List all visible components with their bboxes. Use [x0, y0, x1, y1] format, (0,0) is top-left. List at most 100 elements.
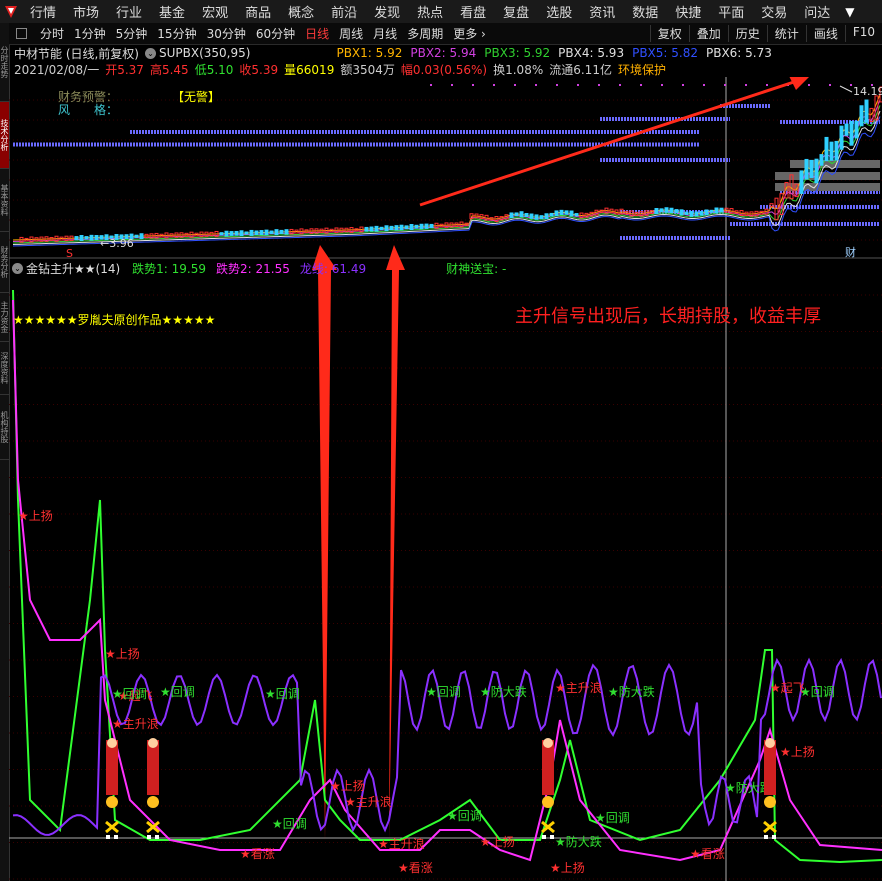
main-indicator-name[interactable]: SUPBX(350,95): [159, 46, 250, 60]
toolbar-button-0[interactable]: 复权: [649, 25, 689, 42]
signal-label-green-0: ★回调: [112, 687, 147, 701]
menu-more-icon[interactable]: ▼: [839, 5, 854, 19]
toolbar-button-3[interactable]: 统计: [766, 25, 806, 42]
volume-block-0: [775, 172, 880, 180]
period-tab-5[interactable]: 60分钟: [251, 25, 300, 42]
menu-item-2[interactable]: 行业: [108, 2, 151, 21]
period-tab-10[interactable]: 更多 ›: [448, 25, 491, 42]
left-tab-5[interactable]: 深度资料: [0, 342, 9, 395]
menu-item-14[interactable]: 数据: [624, 2, 667, 21]
menu-item-8[interactable]: 发现: [366, 2, 409, 21]
menu-item-11[interactable]: 复盘: [495, 2, 538, 21]
pbx-value-1: PBX1: 5.92: [336, 46, 403, 60]
period-tab-9[interactable]: 多周期: [402, 25, 448, 42]
menu-item-16[interactable]: 平面: [710, 2, 753, 21]
candle: [574, 213, 579, 217]
menu-item-9[interactable]: 热点: [409, 2, 452, 21]
candle: [679, 209, 684, 216]
fortune-marker-0: [106, 835, 110, 839]
candle: [819, 154, 824, 166]
menu-item-15[interactable]: 快捷: [667, 2, 710, 21]
candle: [814, 158, 819, 184]
stock-title: 中材节能 (日线,前复权): [14, 46, 139, 61]
quote-date: 2021/02/08/一: [14, 62, 100, 77]
quote-amount: 额3504万: [340, 62, 395, 77]
fortune-god-head-0: [107, 738, 117, 748]
left-tab-4[interactable]: 主力资金: [0, 293, 9, 342]
quote-sector-tag[interactable]: 环境保护: [618, 61, 666, 78]
menu-item-12[interactable]: 选股: [538, 2, 581, 21]
candle: [409, 224, 414, 230]
fortune-marker-1: [147, 835, 151, 839]
toolbar-button-5[interactable]: F10: [844, 25, 882, 42]
indicator-dropdown-icon[interactable]: ⌄: [145, 47, 156, 59]
signal-dot: [640, 84, 642, 86]
candle: [374, 225, 379, 232]
indicator-value-2: 龙线: 61.49: [299, 261, 367, 276]
left-tab-1[interactable]: 技术分析: [0, 102, 9, 169]
signal-dot: [619, 84, 621, 86]
panel-toggle-icon[interactable]: [16, 28, 27, 39]
candle: [519, 211, 524, 218]
candle: [254, 230, 259, 235]
period-tab-4[interactable]: 30分钟: [202, 25, 251, 42]
toolbar-button-4[interactable]: 画线: [805, 25, 845, 42]
left-tab-3[interactable]: 财务分析: [0, 232, 9, 293]
period-tab-6[interactable]: 日线: [300, 25, 334, 42]
candle: [89, 234, 94, 241]
signal-label-red-14: ★上扬: [780, 744, 815, 759]
fortune-marker-2: [542, 835, 546, 839]
period-tab-8[interactable]: 月线: [368, 25, 402, 42]
menu-item-13[interactable]: 资讯: [581, 2, 624, 21]
menu-item-6[interactable]: 概念: [280, 2, 323, 21]
fortune-god-body-2: [542, 740, 554, 795]
app-logo-icon[interactable]: [0, 1, 22, 23]
menu-item-4[interactable]: 宏观: [194, 2, 237, 21]
fortune-marker-3: [764, 835, 768, 839]
left-tab-2[interactable]: 基本资料: [0, 169, 9, 232]
period-toolbar: 分时 1分钟 5分钟 15分钟 30分钟 60分钟 日线 周线 月线 多周期 更多 › 复权 叠加 历史…: [9, 23, 882, 45]
candle: [229, 231, 234, 236]
menu-item-17[interactable]: 交易: [753, 2, 796, 21]
menu-item-5[interactable]: 商品: [237, 2, 280, 21]
kline-chart[interactable]: 14.19←3.96S 财★上扬★上扬★主升浪★起飞★看涨★上扬★主升浪★主升浪★…: [9, 77, 882, 881]
signal-label-red-1: ★上扬: [105, 646, 140, 661]
signal-dot: [577, 84, 579, 86]
signal-dot: [493, 84, 495, 86]
candle: [549, 212, 554, 217]
signal-dot: [430, 84, 432, 86]
quote-turnover: 换1.08%: [493, 62, 544, 77]
signal-label-green-7: ★回调: [447, 809, 482, 823]
candle: [684, 211, 689, 216]
menu-item-10[interactable]: 看盘: [452, 2, 495, 21]
indicator-dropdown-icon[interactable]: ⌄: [12, 262, 23, 274]
candle: [669, 207, 674, 213]
menu-item-18[interactable]: 问达: [796, 2, 839, 21]
indicator-name[interactable]: 金钻主升★★(14): [26, 260, 120, 277]
signal-label-red-4: ★看涨: [240, 846, 275, 861]
period-tab-3[interactable]: 15分钟: [152, 25, 201, 42]
candle: [664, 207, 669, 213]
menu-item-3[interactable]: 基金: [151, 2, 194, 21]
period-tab-0[interactable]: 分时: [35, 25, 69, 42]
toolbar-button-2[interactable]: 历史: [727, 25, 767, 42]
signal-dot: [598, 84, 600, 86]
price-high-label: 14.19: [853, 85, 882, 98]
signal-label-red-5: ★上扬: [330, 778, 365, 793]
left-tab-0[interactable]: 分时走势: [0, 23, 9, 102]
indicator-header: ⌄ 金钻主升★★(14) 跌势1: 19.59 跌势2: 21.55 龙线: 61.…: [12, 260, 506, 276]
candle: [554, 210, 559, 217]
period-tab-2[interactable]: 5分钟: [111, 25, 153, 42]
signal-dot: [703, 84, 705, 86]
period-tab-7[interactable]: 周线: [334, 25, 368, 42]
menu-item-7[interactable]: 前沿: [323, 2, 366, 21]
left-tab-6[interactable]: 机构持股: [0, 395, 9, 460]
candle: [704, 209, 709, 216]
menu-item-0[interactable]: 行情: [22, 2, 65, 21]
candle: [139, 233, 144, 240]
signal-label-red-6: ★主升浪: [345, 794, 392, 809]
toolbar-button-1[interactable]: 叠加: [688, 25, 728, 42]
period-tab-1[interactable]: 1分钟: [69, 25, 111, 42]
fortune-god-coin-icon-0: [106, 796, 118, 808]
menu-item-1[interactable]: 市场: [65, 2, 108, 21]
